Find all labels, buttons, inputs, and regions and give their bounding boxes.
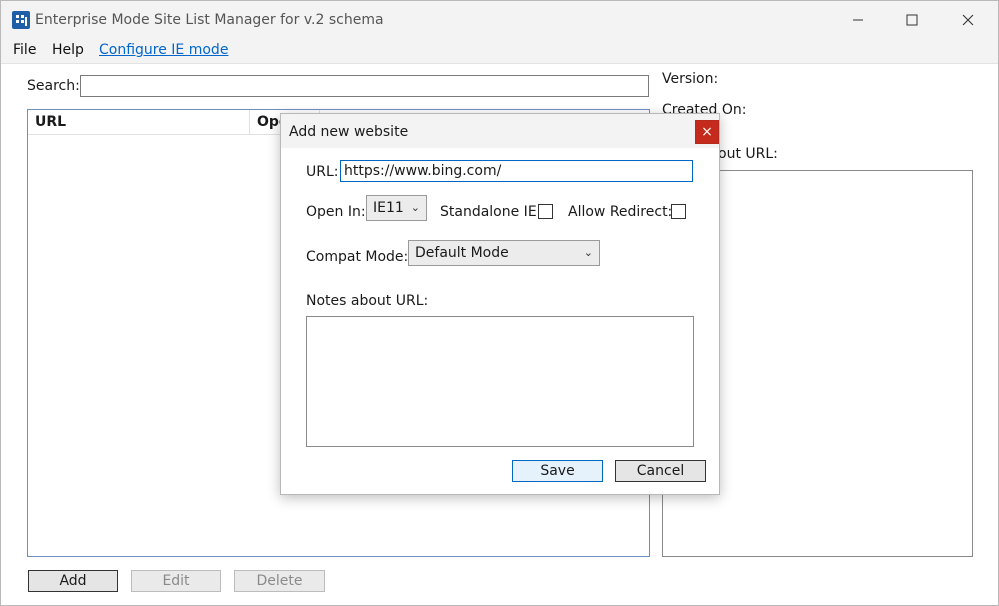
minimize-icon (853, 19, 863, 21)
close-icon (962, 14, 974, 26)
notes-label: Notes about URL: (306, 293, 429, 309)
building-icon (12, 11, 30, 29)
search-input[interactable] (80, 75, 649, 97)
search-label: Search: (27, 78, 80, 94)
open-in-value: IE11 (373, 200, 404, 216)
dialog-title: Add new website (289, 124, 409, 140)
edit-button[interactable]: Edit (131, 570, 221, 592)
minimize-button[interactable] (830, 1, 886, 39)
chevron-down-icon: ⌄ (410, 201, 420, 214)
configure-ie-mode-link[interactable]: Configure IE mode (99, 42, 228, 58)
menu-bar: File Help Configure IE mode (1, 39, 998, 64)
standalone-ie-checkbox[interactable] (538, 204, 553, 219)
cancel-button[interactable]: Cancel (615, 460, 706, 482)
close-button[interactable] (940, 1, 996, 39)
compat-mode-value: Default Mode (415, 245, 509, 261)
app-window: Enterprise Mode Site List Manager for v.… (0, 0, 999, 606)
menu-file[interactable]: File (13, 42, 36, 58)
standalone-ie-label: Standalone IE: (440, 204, 542, 220)
menu-help[interactable]: Help (52, 42, 84, 58)
version-label: Version: (662, 71, 719, 87)
url-label: URL: (306, 164, 339, 180)
column-header-url[interactable]: URL (28, 110, 250, 135)
dialog-close-button[interactable]: × (695, 120, 719, 144)
maximize-icon (906, 14, 918, 26)
open-in-select[interactable]: IE11 ⌄ (366, 195, 427, 221)
notes-about-url-label: out URL: (718, 146, 778, 162)
compat-mode-label: Compat Mode: (306, 249, 409, 265)
close-icon: × (701, 124, 713, 140)
url-input[interactable]: https://www.bing.com/ (340, 160, 693, 182)
title-bar: Enterprise Mode Site List Manager for v.… (1, 1, 998, 39)
maximize-button[interactable] (884, 1, 940, 39)
delete-button[interactable]: Delete (234, 570, 325, 592)
save-button[interactable]: Save (512, 460, 603, 482)
add-button[interactable]: Add (28, 570, 118, 592)
chevron-down-icon: ⌄ (583, 246, 593, 259)
add-website-dialog: Add new website × URL: https://www.bing.… (280, 113, 720, 495)
allow-redirect-label: Allow Redirect: (568, 204, 673, 220)
allow-redirect-checkbox[interactable] (671, 204, 686, 219)
open-in-label: Open In: (306, 204, 366, 220)
window-title: Enterprise Mode Site List Manager for v.… (35, 12, 384, 28)
notes-textarea[interactable] (306, 316, 694, 447)
compat-mode-select[interactable]: Default Mode ⌄ (408, 240, 600, 266)
